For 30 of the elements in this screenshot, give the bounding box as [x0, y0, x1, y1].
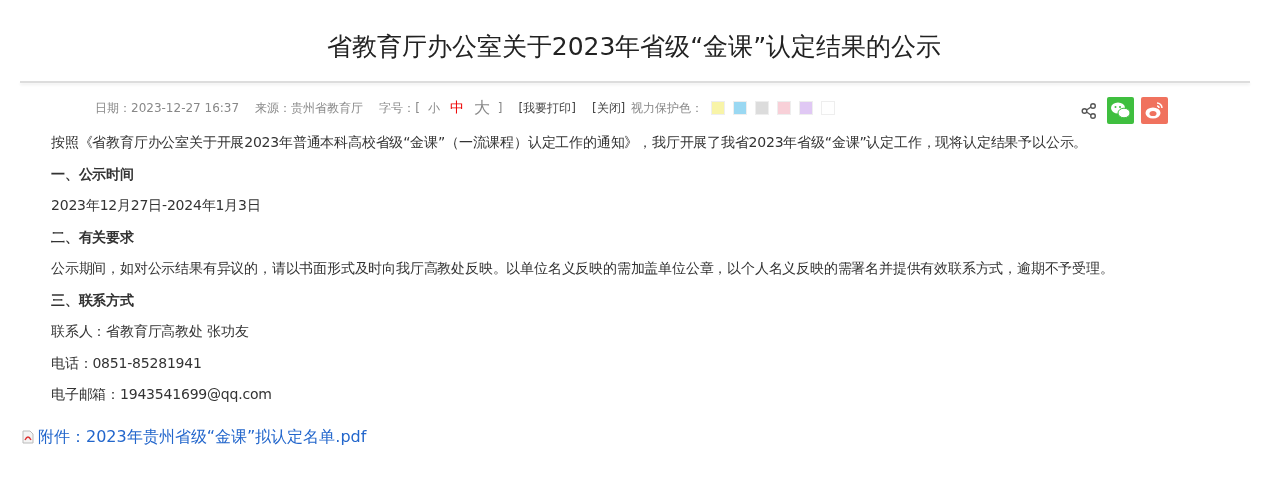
section-heading: 三、联系方式	[51, 290, 135, 310]
article-title: 省教育厅办公室关于2023年省级“金课”认定结果的公示	[325, 31, 943, 63]
color-swatch[interactable]	[799, 101, 814, 115]
font-size-link[interactable]: 中	[449, 99, 464, 117]
font-size-link[interactable]: 大	[473, 97, 490, 119]
section-heading: 一、公示时间	[51, 164, 135, 184]
section-heading: 二、有关要求	[51, 227, 135, 247]
color-swatch[interactable]	[733, 101, 748, 115]
attachment-link[interactable]: 附件：2023年贵州省级“金课”拟认定名单.pdf	[38, 426, 367, 448]
eye-swirl-icon[interactable]	[1141, 97, 1168, 124]
color-swatch[interactable]	[711, 101, 726, 115]
font-size-link[interactable]: 小	[427, 99, 440, 117]
font-size-label: 字号：[	[379, 99, 420, 117]
color-swatch[interactable]	[777, 101, 792, 115]
paragraph: 联系人：省教育厅高教处 张功友	[51, 322, 250, 341]
share-icon[interactable]	[1080, 101, 1098, 120]
paragraph: 电子邮箱：1943541699@qq.com	[51, 385, 273, 404]
eye-care-label: 视力保护色：	[631, 99, 704, 117]
pdf-file-icon	[22, 430, 34, 444]
paragraph: 电话：0851-85281941	[51, 353, 203, 373]
publish-date: 日期：2023-12-27 16:37	[95, 99, 240, 117]
paragraph: 2023年12月27日-2024年1月3日	[51, 196, 262, 215]
paragraph: 公示期间，如对公示结果有异议的，请以书面形式及时向我厅高教处反映。以单位名义反映的需加盖单位公章，以个人名义反映的需署名并提供有效联系方式，逾期不予受理。	[51, 259, 1115, 278]
color-swatch[interactable]	[755, 101, 770, 115]
article-source: 来源：贵州省教育厅	[255, 99, 364, 117]
close-link[interactable]: [关闭]	[591, 99, 626, 117]
print-link[interactable]: [我要打印]	[518, 99, 576, 117]
chat-bubbles-icon[interactable]	[1107, 97, 1134, 124]
paragraph: 按照《省教育厅办公室关于开展2023年普通本科高校省级“金课”（一流课程）认定工作的通知》，我厅开展了我省2023年省级“金课”认定工作，现将认定结果予以公示。	[51, 133, 1089, 152]
font-size-bracket: ]	[497, 101, 503, 115]
